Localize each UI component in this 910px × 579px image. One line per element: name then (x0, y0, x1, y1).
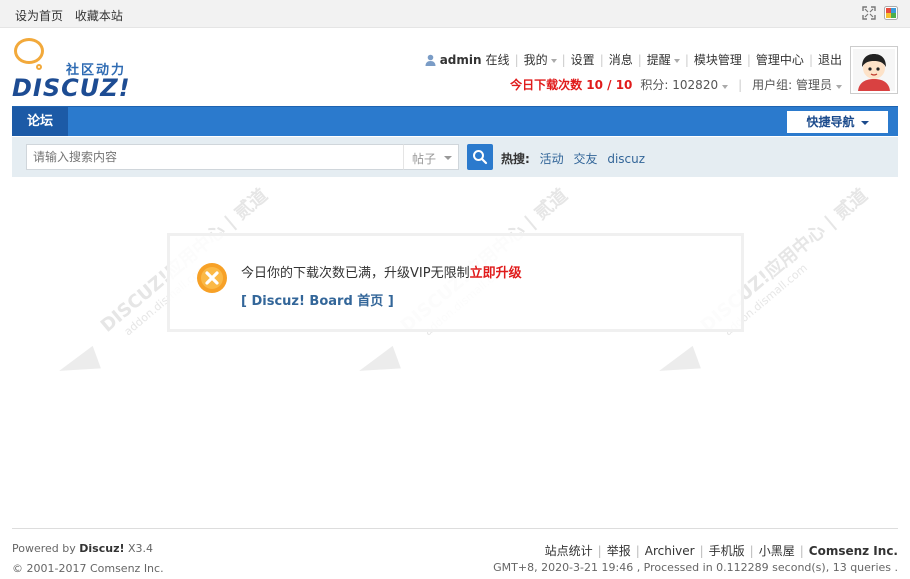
toolbar-icons (862, 6, 898, 20)
copyright: © 2001-2017 Comsenz Inc. (12, 562, 164, 575)
debug-info: GMT+8, 2020-3-21 19:46 , Processed in 0.… (493, 561, 898, 574)
powered-by: Powered by Discuz! X3.4 (12, 542, 154, 555)
watermark-arrow (655, 345, 701, 383)
message-text: 今日你的下载次数已满，升级VIP无限制立即升级 (241, 266, 522, 281)
divider: | (699, 544, 704, 558)
divider: | (746, 52, 751, 67)
download-count: 今日下载次数 10 / 10 (510, 78, 633, 92)
company-link[interactable]: Comsenz Inc. (809, 544, 898, 558)
messages-link[interactable]: 消息 (609, 51, 633, 68)
search-button[interactable] (467, 144, 493, 170)
divider: | (599, 52, 604, 67)
report-link[interactable]: 举报 (607, 544, 631, 558)
divider: | (738, 77, 743, 92)
username-link[interactable]: admin (440, 53, 482, 67)
divider: | (799, 544, 804, 558)
message-box: 今日你的下载次数已满，升级VIP无限制立即升级 [ Discuz! Board … (167, 233, 744, 332)
admin-center-link[interactable]: 管理中心 (756, 51, 804, 68)
archiver-link[interactable]: Archiver (645, 544, 695, 558)
divider: | (808, 52, 813, 67)
chevron-down-icon (444, 156, 452, 160)
fullscreen-icon[interactable] (862, 6, 876, 20)
hot-search: 热搜: 活动 交友 discuz (501, 150, 651, 167)
chevron-down-icon (860, 120, 869, 125)
chevron-down-icon (550, 58, 557, 63)
hot-search-item[interactable]: 活动 (540, 152, 564, 166)
quick-nav-button[interactable]: 快捷导航 (787, 111, 888, 133)
divider: | (684, 52, 689, 67)
top-toolbar: 设为首页 收藏本站 (0, 0, 910, 28)
tab-forum[interactable]: 论坛 (12, 107, 68, 136)
hot-search-item[interactable]: discuz (607, 152, 645, 166)
logo-wordmark: DISCUZ! (12, 74, 131, 102)
divider: | (637, 52, 642, 67)
chevron-down-icon (722, 85, 729, 89)
hot-search-label: 热搜: (501, 152, 530, 166)
settings-link[interactable]: 设置 (571, 51, 595, 68)
watermark-arrow (355, 345, 401, 383)
set-home-link[interactable]: 设为首页 (15, 9, 63, 23)
discuz-link[interactable]: Discuz! (79, 542, 124, 555)
mine-menu[interactable]: 我的 (524, 51, 557, 68)
chevron-down-icon (673, 58, 680, 63)
upgrade-link[interactable]: 立即升级 (470, 266, 522, 281)
divider: | (749, 544, 754, 558)
watermark-arrow (55, 345, 101, 383)
color-palette-icon[interactable] (884, 6, 898, 20)
chevron-down-icon (836, 85, 842, 89)
avatar[interactable] (850, 46, 898, 94)
divider: | (561, 52, 566, 67)
search-type-select[interactable]: 帖子 (403, 144, 459, 170)
logo-bubble-icon (14, 38, 44, 64)
module-manage-link[interactable]: 模块管理 (694, 51, 742, 68)
main-nav: 论坛 快捷导航 (12, 106, 898, 136)
error-icon (197, 263, 227, 293)
mobile-link[interactable]: 手机版 (709, 544, 745, 558)
avatar-image (853, 49, 895, 91)
logo-bubble-dot (36, 64, 42, 70)
site-logo[interactable]: 社区动力 DISCUZ! (12, 38, 137, 102)
logout-link[interactable]: 退出 (818, 51, 842, 68)
bookmark-link[interactable]: 收藏本站 (75, 9, 123, 23)
points-menu[interactable]: 积分: 102820 (640, 76, 729, 93)
search-bar: 帖子 热搜: 活动 交友 discuz (12, 137, 898, 177)
search-input[interactable] (26, 144, 404, 170)
footer-links: 站点统计 | 举报 | Archiver | 手机版 | 小黑屋 | Comsenz Inc. (545, 542, 898, 559)
back-home-link[interactable]: [ Discuz! Board 首页 ] (241, 290, 394, 309)
footer-divider (12, 528, 898, 529)
divider: | (635, 544, 640, 558)
hot-search-item[interactable]: 交友 (573, 152, 597, 166)
stats-link[interactable]: 站点统计 (545, 544, 593, 558)
search-icon (473, 150, 488, 165)
credits-bar: 今日下载次数 10 / 10 积分: 102820 | 用户组: 管理员 (510, 76, 842, 93)
divider: | (514, 52, 519, 67)
top-links: 设为首页 收藏本站 (15, 7, 131, 24)
blacklist-link[interactable]: 小黑屋 (759, 544, 795, 558)
online-status[interactable]: 在线 (486, 51, 510, 68)
usergroup-menu[interactable]: 用户组: 管理员 (752, 76, 842, 93)
reminders-menu[interactable]: 提醒 (647, 51, 680, 68)
user-menu: admin 在线 | 我的 | 设置 | 消息 | 提醒 | 模块管理 | 管理… (425, 51, 842, 68)
divider: | (597, 544, 602, 558)
user-icon (425, 54, 436, 66)
